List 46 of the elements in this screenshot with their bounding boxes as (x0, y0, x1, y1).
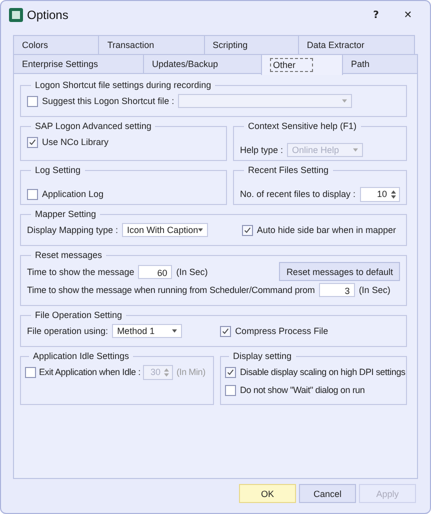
dropdown[interactable]: Method 1 (112, 324, 182, 338)
group-title: Mapper Setting (34, 209, 98, 219)
window-title: Options (27, 8, 68, 22)
checkbox-label: Auto hide side bar when in mapper (256, 225, 396, 235)
number-spinner[interactable]: 10 (360, 186, 400, 202)
checkbox-label: Disable display scaling on high DPI settings (240, 367, 406, 377)
tab[interactable]: Transaction (98, 35, 205, 54)
tab[interactable]: Scripting (204, 35, 299, 54)
field-label: Help type : (240, 145, 284, 155)
unit-label: (In Sec) (358, 285, 390, 295)
group-title: File Operation Setting (34, 310, 124, 320)
tab[interactable]: Updates/Backup (143, 54, 262, 73)
group-title: Application Idle Settings (32, 351, 130, 361)
unit-label: (In Sec) (176, 266, 208, 276)
dialog-button[interactable]: Cancel (299, 484, 356, 503)
close-button[interactable]: ✕ (394, 10, 422, 20)
number-field[interactable]: 60 (138, 264, 172, 278)
field-label: Display Mapping type : (27, 225, 118, 235)
dialog-button[interactable]: OK (239, 484, 296, 503)
tab[interactable]: Enterprise Settings (13, 54, 144, 73)
number-field[interactable]: 3 (318, 283, 355, 297)
checkbox-label: Compress Process File (235, 326, 328, 336)
tab[interactable]: Path (342, 54, 418, 73)
group-title: Log Setting (34, 165, 82, 175)
checkbox-label: Application Log (42, 189, 104, 199)
tab[interactable]: Colors (13, 35, 100, 54)
help-button[interactable]: ? (362, 10, 390, 20)
group-title: SAP Logon Advanced setting (34, 121, 152, 131)
field-label: No. of recent files to display : (240, 189, 356, 199)
group-title: Logon Shortcut file settings during recording (34, 80, 212, 90)
checkbox-label: Suggest this Logon Shortcut file : (42, 96, 174, 106)
field-label: Time to show the message (27, 266, 134, 276)
tab[interactable]: Other (261, 54, 343, 75)
checkbox-label: Exit Application when Idle : (39, 367, 140, 377)
field-label: Time to show the message when running from Scheduler/Command prom (27, 285, 315, 295)
group-title: Recent Files Setting (247, 165, 330, 175)
group-title: Context Sensitive help (F1) (247, 121, 358, 131)
group-title: Display setting (232, 351, 293, 361)
group-title: Reset messages (34, 250, 104, 260)
checkbox-label: Use NCo Library (42, 137, 109, 147)
unit-label: (In Min) (176, 367, 206, 377)
checkbox-label: Do not show "Wait" dialog on run (240, 385, 365, 395)
dropdown[interactable]: Icon With Caption (122, 223, 208, 237)
tab[interactable]: Data Extractor (298, 35, 415, 54)
field-label: File operation using: (27, 326, 108, 336)
reset-button[interactable]: Reset messages to default (279, 262, 400, 281)
